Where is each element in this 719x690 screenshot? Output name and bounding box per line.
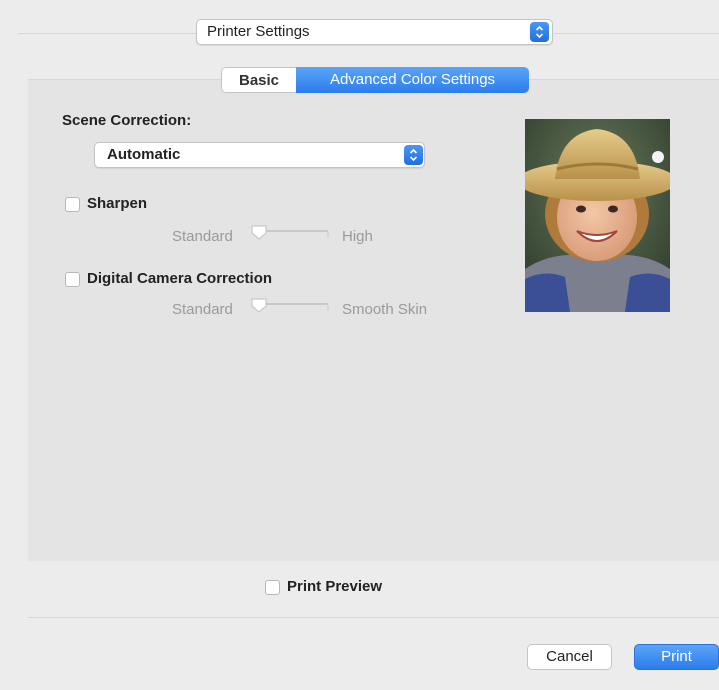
tab-advanced-label: Advanced Color Settings [329, 71, 496, 88]
tab-advanced-color-settings[interactable]: Advanced Color Settings [296, 67, 529, 93]
cancel-button[interactable]: Cancel [527, 644, 612, 670]
tab-basic-label: Basic [238, 72, 280, 89]
top-divider-left [18, 33, 196, 34]
printer-settings-popup[interactable]: Printer Settings [196, 19, 553, 45]
scene-correction-value: Automatic [107, 146, 181, 163]
photo-preview-image [525, 119, 670, 312]
footer-divider [28, 617, 719, 618]
print-preview-label[interactable]: Print Preview [287, 578, 382, 595]
scene-correction-select[interactable]: Automatic [94, 142, 425, 168]
tab-basic[interactable]: Basic [221, 67, 296, 93]
sharpen-checkbox[interactable] [65, 197, 80, 212]
digital-camera-correction-slider [251, 298, 329, 313]
sharpen-slider [251, 225, 329, 240]
top-divider-right [554, 33, 719, 34]
sharpen-min-label: Standard [172, 228, 233, 245]
digital-camera-correction-checkbox[interactable] [65, 272, 80, 287]
print-button[interactable]: Print [634, 644, 719, 670]
sharpen-label[interactable]: Sharpen [87, 195, 147, 212]
scene-correction-stepper-icon [404, 145, 423, 165]
popup-stepper-icon [530, 22, 549, 42]
printer-settings-popup-label: Printer Settings [207, 23, 310, 40]
dcc-min-label: Standard [172, 301, 233, 318]
scene-correction-label: Scene Correction: [62, 112, 192, 129]
digital-camera-correction-label[interactable]: Digital Camera Correction [87, 270, 272, 287]
print-preview-checkbox[interactable] [265, 580, 280, 595]
sharpen-max-label: High [342, 228, 373, 245]
dcc-max-label: Smooth Skin [342, 301, 428, 318]
